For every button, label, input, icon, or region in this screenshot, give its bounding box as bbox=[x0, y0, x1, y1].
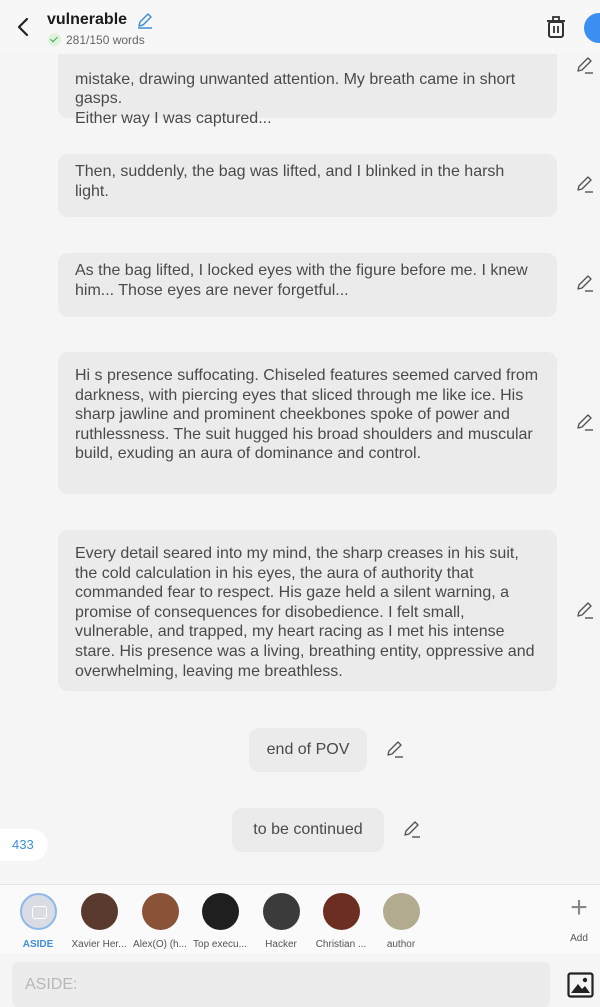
plus-icon: + bbox=[570, 891, 588, 924]
message-text: end of POV bbox=[266, 741, 350, 758]
message-input[interactable] bbox=[12, 962, 550, 1007]
count-badge[interactable]: 433 bbox=[0, 829, 48, 861]
edit-message-icon[interactable] bbox=[575, 413, 595, 433]
word-count: 281/150 words bbox=[48, 33, 145, 47]
message-bubble[interactable]: Every detail seared into my mind, the sh… bbox=[58, 530, 557, 691]
character-name: Top execu... bbox=[193, 939, 247, 950]
header: vulnerable 281/150 words bbox=[0, 0, 600, 54]
user-avatar[interactable] bbox=[584, 13, 600, 43]
character-avatar bbox=[382, 893, 420, 930]
message-text: Hi s presence suffocating. Chiseled feat… bbox=[75, 367, 539, 463]
edit-message-icon[interactable] bbox=[575, 274, 595, 294]
character-item[interactable]: Top execu... bbox=[190, 893, 250, 950]
character-avatar bbox=[262, 893, 300, 930]
edit-message-icon[interactable] bbox=[385, 740, 405, 760]
character-avatar bbox=[201, 893, 239, 930]
aside-avatar bbox=[19, 893, 57, 930]
message-bubble[interactable]: to be continued bbox=[232, 808, 384, 852]
add-character-button[interactable]: + Add bbox=[563, 891, 595, 945]
character-item[interactable]: Christian ... bbox=[311, 893, 371, 950]
character-name: Alex(O) (h... bbox=[133, 939, 187, 950]
message-text: Every detail seared into my mind, the sh… bbox=[75, 545, 535, 680]
character-bar: ASIDE Xavier Her... Alex(O) (h... Top ex… bbox=[0, 884, 600, 954]
add-label: Add bbox=[570, 933, 588, 944]
edit-message-icon[interactable] bbox=[575, 601, 595, 621]
check-icon bbox=[48, 33, 61, 46]
edit-title-icon[interactable] bbox=[135, 10, 155, 30]
message-text: Then, suddenly, the bag was lifted, and … bbox=[75, 163, 505, 200]
character-avatar bbox=[141, 893, 179, 930]
message-text: mistake, drawing unwanted attention. My … bbox=[75, 70, 516, 127]
character-name: Christian ... bbox=[315, 939, 367, 950]
back-arrow-icon[interactable] bbox=[14, 14, 34, 40]
character-item[interactable]: author bbox=[371, 893, 431, 950]
edit-message-icon[interactable] bbox=[575, 56, 595, 76]
input-bar bbox=[0, 954, 600, 1007]
message-bubble[interactable]: Hi s presence suffocating. Chiseled feat… bbox=[58, 352, 557, 494]
character-item[interactable]: Alex(O) (h... bbox=[130, 893, 190, 950]
message-bubble[interactable]: Then, suddenly, the bag was lifted, and … bbox=[58, 154, 557, 217]
message-text: As the bag lifted, I locked eyes with th… bbox=[75, 262, 528, 299]
character-name: ASIDE bbox=[22, 939, 54, 950]
image-icon[interactable] bbox=[567, 972, 594, 998]
story-title[interactable]: vulnerable bbox=[47, 11, 127, 29]
character-item[interactable]: Hacker bbox=[251, 893, 311, 950]
word-count-text: 281/150 words bbox=[66, 33, 145, 47]
edit-message-icon[interactable] bbox=[575, 175, 595, 195]
character-avatar bbox=[80, 893, 118, 930]
character-name: Xavier Her... bbox=[71, 939, 127, 950]
character-item[interactable]: Xavier Her... bbox=[69, 893, 129, 950]
message-text: to be continued bbox=[253, 821, 363, 838]
character-avatar bbox=[322, 893, 360, 930]
character-name: author bbox=[386, 939, 416, 950]
message-bubble[interactable]: end of POV bbox=[249, 728, 367, 772]
message-bubble[interactable]: As the bag lifted, I locked eyes with th… bbox=[58, 253, 557, 317]
character-aside[interactable]: ASIDE bbox=[8, 893, 68, 950]
character-name: Hacker bbox=[265, 939, 297, 950]
trash-icon[interactable] bbox=[545, 15, 567, 39]
edit-message-icon[interactable] bbox=[402, 820, 422, 840]
